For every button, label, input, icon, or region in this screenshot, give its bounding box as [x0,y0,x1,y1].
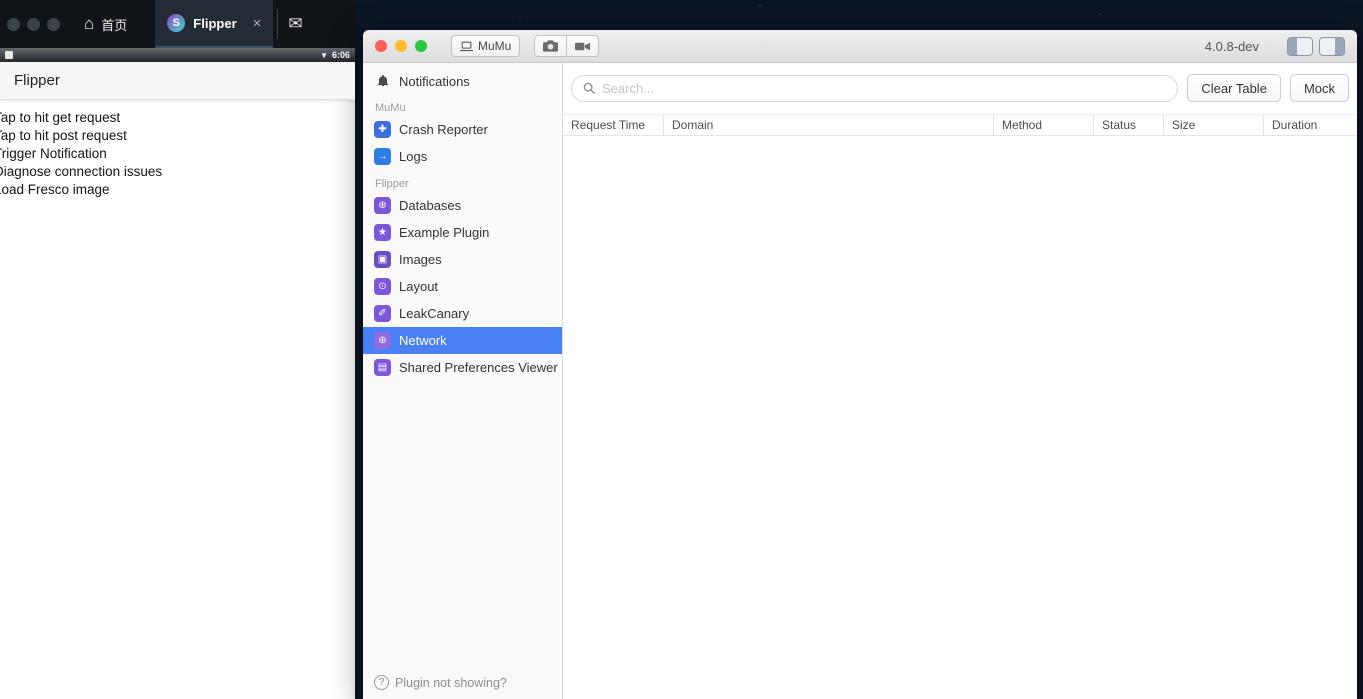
sidebar-item-label: Logs [399,149,428,164]
status-time: 6:06 [331,50,350,60]
sidebar-item-network[interactable]: ⊕ Network [363,327,562,354]
sidebar-item-images[interactable]: ▣ Images [363,246,562,273]
home-tab-label: 首页 [101,17,128,33]
app-toolbar: Flipper [0,62,355,100]
screen-record-button[interactable] [567,35,600,57]
close-tab-icon[interactable]: × [253,15,262,32]
network-icon: ⊕ [374,332,391,349]
list-item[interactable]: Trigger Notification [0,145,355,163]
network-table-header: Request Time Domain Method Status Size D… [563,114,1357,136]
toggle-right-panel-button[interactable] [1319,36,1345,56]
android-status-bar: ▼ 6:06 [0,48,355,62]
tabbar-divider [277,9,279,39]
search-input[interactable] [602,80,1168,96]
sidebar-item-label: Images [399,252,442,267]
sidebar-item-example-plugin[interactable]: ★ Example Plugin [363,219,562,246]
plugin-not-showing-label: Plugin not showing? [395,675,507,690]
emulator-tab-bar: ⌂ 首页 S Flipper × ✉ [0,0,355,48]
home-icon: ⌂ [84,14,95,33]
device-selector-label: MuMu [478,39,512,53]
sidebar-item-shared-preferences-viewer[interactable]: ▤ Shared Preferences Viewer [363,354,562,381]
crash-reporter-icon: ✚ [374,121,391,138]
column-header-method[interactable]: Method [993,115,1093,135]
flipper-logo-icon: S [167,14,186,32]
example-plugin-icon: ★ [374,224,391,241]
demo-action-list: Tap to hit get request Tap to hit post r… [0,100,355,199]
notification-square-icon [5,51,13,59]
screenshot-button[interactable] [534,35,568,57]
clear-table-button[interactable]: Clear Table [1187,74,1281,102]
tab-dot-icon[interactable] [47,17,60,31]
sidebar-item-logs[interactable]: → Logs [363,143,562,170]
flipper-window: MuMu 4.0.8-dev Notifications MuMu ✚ Cras… [363,30,1357,699]
zoom-window-button[interactable] [415,40,427,52]
sidebar-section-mumu: MuMu [375,102,406,114]
sidebar-item-leakcanary[interactable]: ✐ LeakCanary [363,300,562,327]
databases-icon: ⊕ [374,197,391,214]
sidebar-item-label: Shared Preferences Viewer [399,360,558,375]
column-header-status[interactable]: Status [1093,115,1163,135]
sidebar-item-label: Network [399,333,447,348]
minimize-window-button[interactable] [395,40,407,52]
column-header-duration[interactable]: Duration [1263,115,1357,135]
logs-icon: → [374,148,391,165]
search-box[interactable] [571,74,1179,102]
camera-icon [543,40,559,52]
sidebar-item-databases[interactable]: ⊕ Databases [363,192,562,219]
sidebar-item-layout[interactable]: ⊙ Layout [363,273,562,300]
list-item[interactable]: Load Fresco image [0,181,355,199]
sidebar-item-label: Layout [399,279,439,294]
sidebar-item-label: Example Plugin [399,225,490,240]
images-icon: ▣ [374,251,391,268]
app-title: Flipper [14,72,60,89]
layout-icon: ⊙ [374,278,391,295]
list-item[interactable]: Tap to hit get request [0,109,355,127]
sidebar-item-label: Notifications [399,73,470,89]
column-header-size[interactable]: Size [1163,115,1263,135]
sidebar-item-crash-reporter[interactable]: ✚ Crash Reporter [363,116,562,143]
question-circle-icon: ? [374,675,389,690]
bell-icon [374,74,391,88]
tab-dot-icon[interactable] [7,17,20,31]
list-item[interactable]: Diagnose connection issues [0,163,355,181]
sidebar-item-label: Databases [399,198,462,213]
tab-dot-icon[interactable] [27,17,40,31]
android-emulator: ⌂ 首页 S Flipper × ✉ ▼ 6:06 Flipper Tap to… [0,0,355,699]
flipper-tab-label: Flipper [193,15,237,31]
toggle-left-panel-button[interactable] [1287,36,1313,56]
laptop-icon [460,41,473,51]
shared-preferences-icon: ▤ [374,359,391,376]
home-tab[interactable]: ⌂ 首页 [84,14,127,34]
leakcanary-icon: ✐ [374,305,391,322]
sidebar-item-label: Crash Reporter [399,122,488,137]
flipper-tab[interactable]: S Flipper × [155,0,274,48]
version-label: 4.0.8-dev [1204,38,1259,54]
list-item[interactable]: Tap to hit post request [0,127,355,145]
column-header-domain[interactable]: Domain [663,115,993,135]
signal-icon: ▼ [320,50,328,60]
sidebar-item-label: LeakCanary [399,306,470,321]
sidebar-section-flipper: Flipper [375,178,409,190]
plugin-sidebar: Notifications MuMu ✚ Crash Reporter → Lo… [363,63,563,699]
video-camera-icon [575,42,591,50]
network-plugin-panel: Clear Table Mock Request Time Domain Met… [563,63,1357,699]
column-header-request-time[interactable]: Request Time [563,115,663,135]
sidebar-item-notifications[interactable]: Notifications [363,68,562,94]
network-toolbar: Clear Table Mock [563,63,1357,114]
device-selector-button[interactable]: MuMu [451,35,521,57]
window-titlebar: MuMu 4.0.8-dev [363,30,1357,63]
network-table-body[interactable] [563,136,1357,699]
close-window-button[interactable] [375,40,387,52]
mock-button[interactable]: Mock [1289,74,1349,102]
search-icon [583,82,595,94]
mail-icon[interactable]: ✉ [288,14,302,34]
plugin-not-showing-link[interactable]: ? Plugin not showing? [374,675,507,690]
